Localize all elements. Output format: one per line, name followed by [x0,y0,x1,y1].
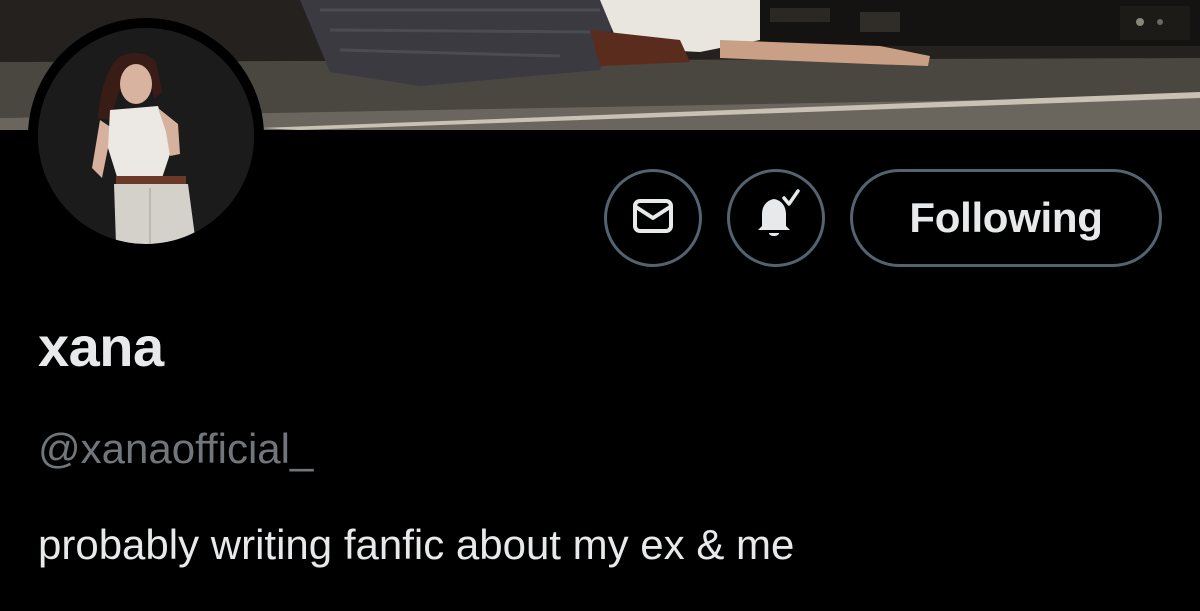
profile-bio: probably writing fanfic about my ex & me [38,521,795,568]
envelope-icon [629,192,677,245]
bell-check-icon [748,188,804,249]
following-label: Following [909,194,1103,241]
display-name: xana [38,315,164,378]
notifications-button[interactable] [727,169,825,267]
username-handle: @xanaofficial_ [38,425,314,472]
profile-page: Following xana @xanaofficial_ probably w… [0,0,1200,611]
avatar-photo [38,28,254,244]
message-button[interactable] [604,169,702,267]
following-button[interactable]: Following [850,169,1162,267]
profile-avatar[interactable] [28,18,264,254]
